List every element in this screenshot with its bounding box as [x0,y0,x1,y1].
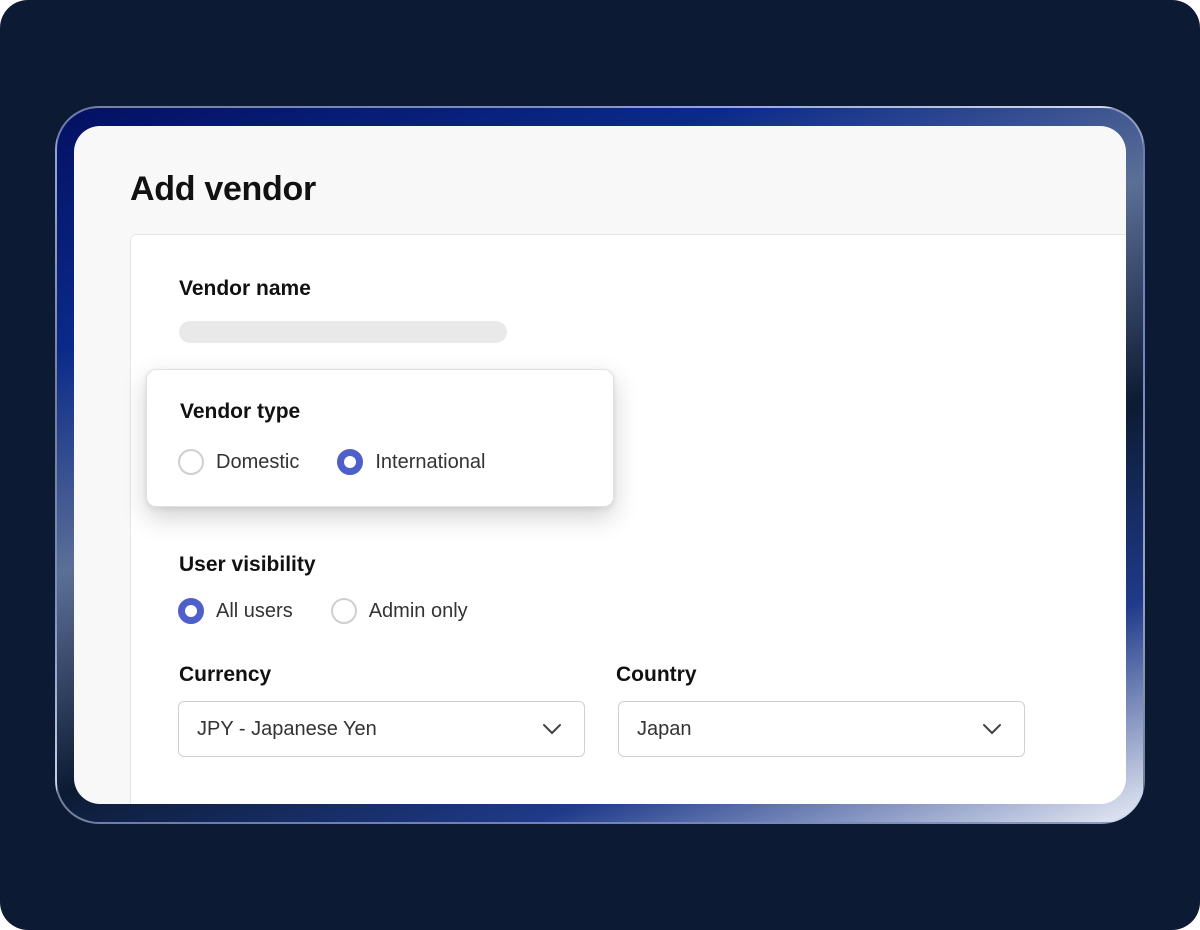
country-select[interactable]: Japan [618,701,1025,757]
currency-label: Currency [179,663,272,686]
user-visibility-radio-group: All users Admin only [178,598,468,624]
vendor-type-radio-group: Domestic International [178,449,485,475]
vendor-type-label: Vendor type [180,400,301,423]
radio-all-users[interactable] [178,598,204,624]
vendor-form: Vendor name User visibility All users Ad… [130,234,1126,804]
radio-label-admin-only: Admin only [368,599,468,622]
vendor-name-label: Vendor name [179,277,311,300]
vendor-type-popover: Vendor type Domestic International [146,369,614,507]
backdrop: Add vendor Vendor name User visibility A… [0,0,1200,930]
currency-select-value: JPY - Japanese Yen [197,717,377,740]
radio-domestic[interactable] [178,449,204,475]
chevron-down-icon [982,723,1002,735]
radio-option-all-users[interactable]: All users [178,598,293,624]
radio-label-domestic: Domestic [216,450,300,473]
chevron-down-icon [542,723,562,735]
radio-international[interactable] [337,449,364,475]
vendor-name-input-placeholder[interactable] [179,321,507,343]
radio-admin-only[interactable] [330,598,357,624]
country-select-value: Japan [637,717,692,740]
radio-option-admin-only[interactable]: Admin only [330,598,468,624]
radio-option-domestic[interactable]: Domestic [178,449,299,475]
radio-label-international: International [375,450,486,473]
radio-option-international[interactable]: International [337,449,485,475]
currency-select[interactable]: JPY - Japanese Yen [178,701,585,757]
country-label: Country [616,663,697,686]
radio-label-all-users: All users [216,599,293,622]
user-visibility-label: User visibility [179,553,316,576]
page-title: Add vendor [130,170,316,208]
